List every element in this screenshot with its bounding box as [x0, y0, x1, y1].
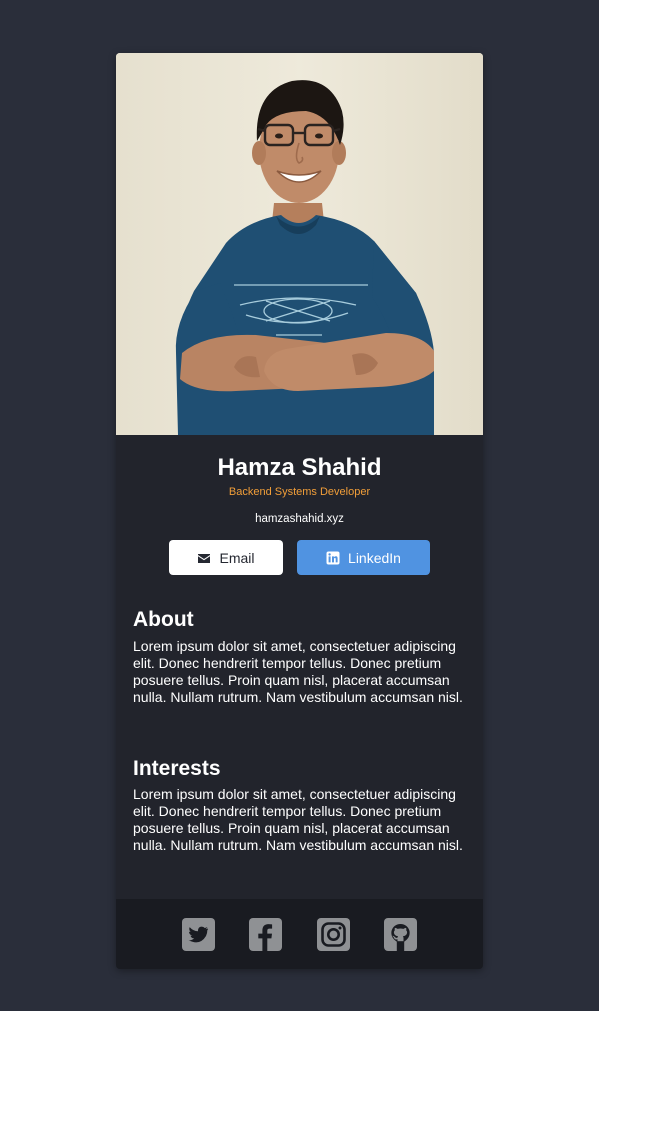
about-heading: About: [133, 608, 194, 631]
github-icon[interactable]: [384, 918, 417, 951]
linkedin-button-label: LinkedIn: [348, 549, 401, 566]
interests-heading: Interests: [133, 757, 221, 780]
email-button[interactable]: Email: [169, 540, 283, 575]
profile-photo: [116, 53, 483, 435]
facebook-icon[interactable]: [249, 918, 282, 951]
email-button-label: Email: [219, 549, 255, 566]
linkedin-icon: [326, 551, 340, 565]
social-footer: [116, 899, 483, 969]
website-link[interactable]: hamzashahid.xyz: [116, 511, 483, 527]
about-text: Lorem ipsum dolor sit amet, consectetuer…: [133, 638, 463, 705]
envelope-icon: [197, 551, 211, 565]
profile-card: Hamza Shahid Backend Systems Developer h…: [116, 53, 483, 969]
profile-title: Backend Systems Developer: [228, 486, 371, 498]
linkedin-button[interactable]: LinkedIn: [297, 540, 430, 575]
twitter-icon[interactable]: [182, 918, 215, 951]
profile-name: Hamza Shahid: [217, 454, 382, 481]
instagram-icon[interactable]: [317, 918, 350, 951]
interests-text: Lorem ipsum dolor sit amet, consectetuer…: [133, 786, 463, 853]
